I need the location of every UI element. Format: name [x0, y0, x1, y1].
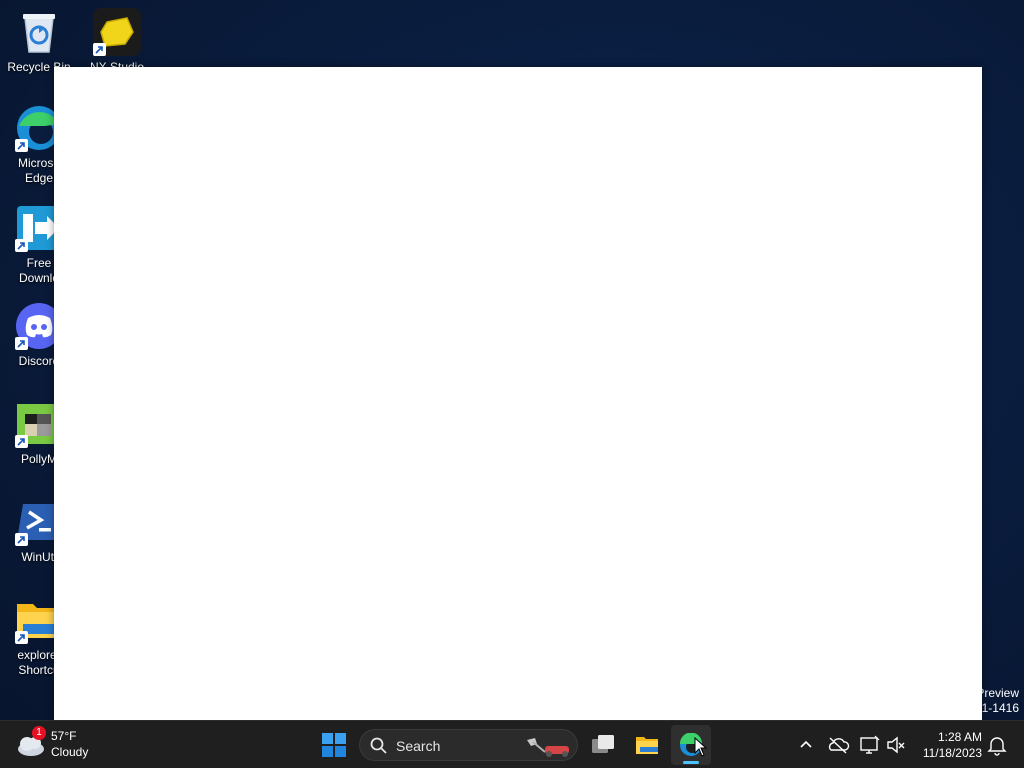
folder-icon — [636, 737, 658, 754]
shortcut-arrow-icon — [15, 337, 28, 350]
search-highlight-icon — [527, 738, 569, 757]
shortcut-arrow-icon — [15, 139, 28, 152]
weather-temperature: 57°F — [51, 729, 77, 743]
system-clock[interactable]: 1:28 AM 11/18/2023 — [912, 729, 982, 761]
clock-time: 1:28 AM — [937, 730, 982, 744]
volume-muted-icon[interactable] — [884, 733, 908, 757]
nx-studio-icon — [93, 8, 141, 56]
file-explorer-button[interactable] — [627, 725, 667, 765]
shortcut-arrow-icon — [15, 533, 28, 546]
task-view-icon — [592, 735, 614, 753]
taskbar: 1 57°F Cloudy Search 1:28 AM 11/18/2023 — [0, 720, 1024, 768]
shortcut-arrow-icon — [15, 631, 28, 644]
clock-date: 11/18/2023 — [922, 746, 982, 760]
shortcut-arrow-icon — [15, 239, 28, 252]
search-placeholder: Search — [396, 738, 441, 754]
notification-badge: 1 — [32, 726, 46, 740]
mouse-cursor-icon — [694, 737, 708, 757]
shortcut-arrow-icon — [93, 43, 106, 56]
notification-bell-icon[interactable] — [985, 733, 1009, 757]
start-button[interactable] — [314, 725, 354, 765]
blank-app-window[interactable] — [54, 67, 982, 720]
task-view-button[interactable] — [583, 725, 623, 765]
recycle-bin-icon — [15, 8, 63, 56]
chevron-up-icon[interactable] — [794, 733, 818, 757]
onedrive-icon[interactable] — [826, 733, 850, 757]
taskbar-search-box[interactable]: Search — [359, 729, 578, 761]
weather-widget[interactable]: 1 57°F Cloudy — [16, 726, 116, 763]
network-icon[interactable] — [858, 733, 882, 757]
search-icon — [370, 737, 387, 754]
weather-condition: Cloudy — [51, 745, 89, 759]
desktop-icon-recycle-bin[interactable]: Recycle Bin — [0, 8, 78, 75]
desktop-icon-nx-studio[interactable]: NX Studio — [78, 8, 156, 75]
windows-logo-icon — [322, 733, 346, 757]
active-app-indicator — [683, 761, 699, 764]
shortcut-arrow-icon — [15, 435, 28, 448]
